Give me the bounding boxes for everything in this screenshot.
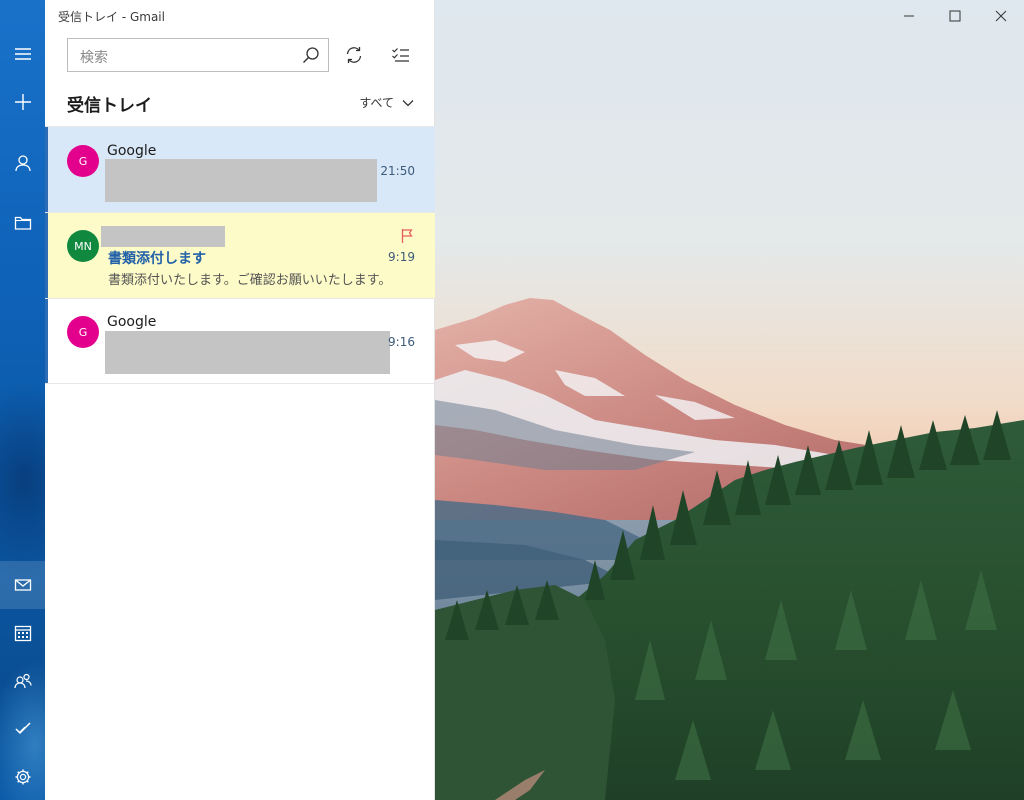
selection-bar [45,299,48,383]
mountain-landscape-image [435,0,1024,800]
people-app-button[interactable] [0,657,45,705]
redacted-content [105,331,390,374]
minimize-icon [904,15,914,17]
close-icon [995,10,1007,22]
received-time: 9:16 [388,335,415,349]
person-icon [14,155,31,172]
calendar-icon [14,625,31,642]
folders-button[interactable] [0,199,45,247]
mail-app-button[interactable] [0,561,45,609]
maximize-button[interactable] [945,6,965,26]
received-time: 9:19 [388,250,415,264]
selection-mode-button[interactable] [388,42,414,68]
flag-icon[interactable] [400,228,414,244]
calendar-app-button[interactable] [0,609,45,657]
plus-icon [14,94,31,110]
todo-app-button[interactable] [0,705,45,753]
mail-icon [14,579,31,591]
reading-pane-wallpaper [435,0,1024,800]
minimize-button[interactable] [899,6,919,26]
avatar: G [67,145,99,177]
avatar: G [67,316,99,348]
message-item[interactable]: G Google 21:50 [45,127,435,213]
search-icon[interactable] [302,46,320,64]
settings-button[interactable] [0,753,45,800]
search-input[interactable]: 検索 [80,47,108,67]
window-title: 受信トレイ - Gmail [58,10,165,24]
close-button[interactable] [991,6,1011,26]
selection-bar [45,213,48,298]
filter-dropdown[interactable]: すべて [359,94,414,111]
chevron-down-icon [402,99,414,106]
message-item[interactable]: MN 書類添付します 9:19 書類添付いたします。ご確認お願いいたします。 [45,213,435,299]
message-preview: 書類添付いたします。ご確認お願いいたします。 [108,273,392,288]
folder-title: 受信トレイ [67,96,152,116]
maximize-icon [949,10,961,22]
filter-label: すべて [359,96,394,110]
gear-icon [15,769,30,785]
selection-bar [45,127,48,212]
sync-button[interactable] [341,42,367,68]
hamburger-icon [14,48,31,60]
message-item[interactable]: G Google 9:16 [45,299,435,384]
redacted-sender [101,226,225,247]
sender-name: Google [107,314,157,330]
redacted-content [105,159,377,202]
todo-icon [14,722,31,735]
sync-icon [346,47,362,63]
accounts-button[interactable] [0,139,45,187]
avatar: MN [67,230,99,262]
people-icon [13,673,32,689]
checklist-icon [392,48,409,62]
menu-button[interactable] [0,30,45,78]
folder-icon [14,216,31,230]
search-box[interactable]: 検索 [67,38,329,72]
received-time: 21:50 [380,164,415,178]
new-mail-button[interactable] [0,78,45,126]
nav-rail [0,0,45,800]
sender-name: Google [107,143,157,159]
message-subject: 書類添付します [108,251,206,267]
message-list-pane: 受信トレイ - Gmail 検索 受信トレイ すべて G Google 21:5… [45,0,435,800]
